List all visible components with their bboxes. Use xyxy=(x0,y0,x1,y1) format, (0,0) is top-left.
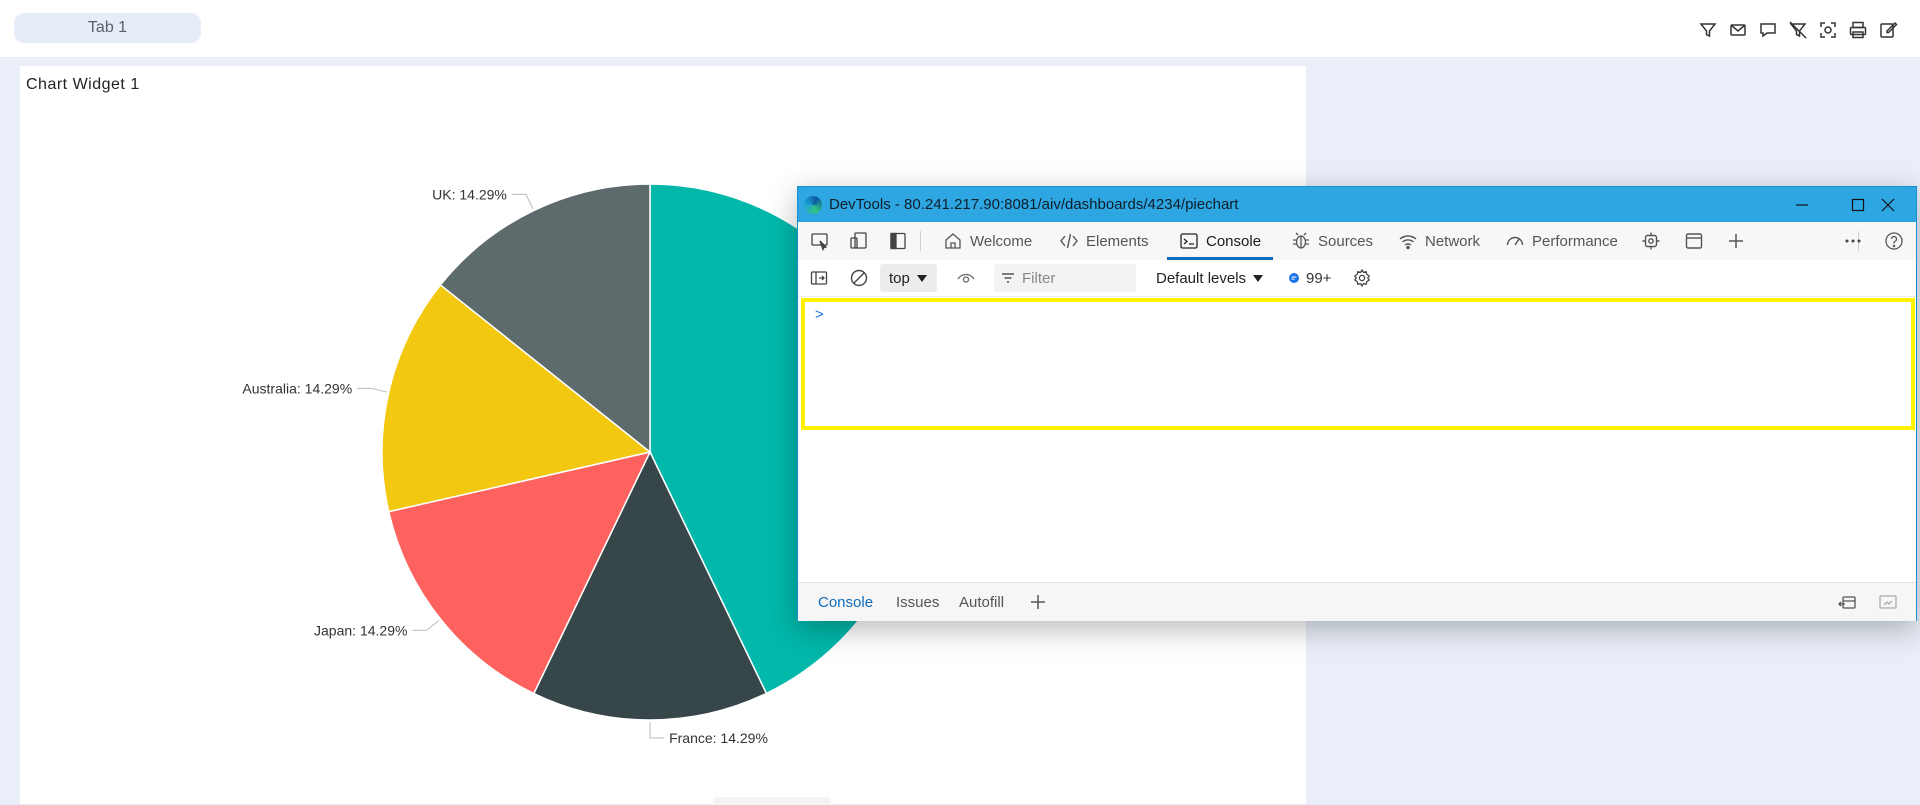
log-levels-dropdown[interactable]: Default levels xyxy=(1156,260,1264,296)
tab-label: Sources xyxy=(1318,232,1374,250)
console-settings-icon[interactable] xyxy=(1352,268,1372,288)
tab-label: Elements xyxy=(1086,232,1149,250)
log-levels-label: Default levels xyxy=(1156,269,1247,287)
help-icon[interactable] xyxy=(1884,231,1904,251)
dock-drawer-icon[interactable] xyxy=(1837,592,1857,612)
drawer-tabbar: Console Issues Autofill xyxy=(798,582,1916,621)
clear-console-icon[interactable] xyxy=(849,268,869,288)
dropdown-triangle-icon xyxy=(916,275,927,282)
filter-placeholder: Filter xyxy=(1022,269,1056,287)
tab-welcome[interactable]: Welcome xyxy=(943,222,1032,260)
tab-elements[interactable]: Elements xyxy=(1059,222,1149,260)
tab-console[interactable]: Console xyxy=(1166,222,1274,260)
live-expression-eye-icon[interactable] xyxy=(956,268,976,288)
tab-label: Console xyxy=(1206,232,1262,250)
tab-performance[interactable]: Performance xyxy=(1505,222,1618,260)
edge-logo-icon xyxy=(804,196,822,214)
tab-1[interactable]: Tab 1 xyxy=(14,13,201,43)
drawer-tab-console[interactable]: Console xyxy=(818,583,873,621)
minimize-button[interactable] xyxy=(1774,187,1830,222)
console-toolbar: top Filter Default levels 99+ xyxy=(798,260,1916,297)
drawer-tab-issues[interactable]: Issues xyxy=(896,583,939,621)
console-prompt: > xyxy=(815,306,824,323)
pie-label-leader-japan xyxy=(412,619,440,631)
devtools-title: DevTools - 80.241.217.90:8081/aiv/dashbo… xyxy=(829,196,1239,213)
close-button[interactable] xyxy=(1860,187,1916,222)
screenshot-icon[interactable] xyxy=(1818,20,1838,40)
close-drawer-icon[interactable] xyxy=(1878,592,1898,612)
drawer-tab-autofill[interactable]: Autofill xyxy=(959,583,1004,621)
dropdown-triangle-icon xyxy=(1253,275,1264,282)
settings-gear-tab-icon[interactable] xyxy=(1641,231,1661,251)
add-drawer-tab-icon[interactable] xyxy=(1028,592,1048,612)
console-filter-input[interactable]: Filter xyxy=(994,264,1136,292)
bug-icon xyxy=(1293,232,1309,249)
dock-sidebar-icon[interactable] xyxy=(888,231,908,251)
wifi-icon xyxy=(1399,235,1417,250)
tab-network[interactable]: Network xyxy=(1398,222,1480,260)
filter-lines-icon xyxy=(1002,273,1014,283)
context-selector[interactable]: top xyxy=(880,264,937,292)
mail-icon[interactable] xyxy=(1728,20,1748,40)
more-options-icon[interactable] xyxy=(1843,231,1863,251)
show-sidebar-icon[interactable] xyxy=(809,268,829,288)
tab-label: Welcome xyxy=(970,232,1033,250)
devtools-tabbar: Welcome Elements Console Sources Network… xyxy=(798,222,1916,261)
panel-icon[interactable] xyxy=(1684,231,1704,251)
add-tab-icon[interactable] xyxy=(1726,231,1746,251)
pie-label-leader-australia xyxy=(357,387,387,393)
tab-label: Network xyxy=(1425,232,1481,250)
pie-label-france: France: 14.29% xyxy=(669,730,768,746)
pie-label-japan: Japan: 14.29% xyxy=(314,622,407,638)
pie-label-leader-france xyxy=(649,721,665,739)
devtools-titlebar: DevTools - 80.241.217.90:8081/aiv/dashbo… xyxy=(798,187,1916,222)
minimize-icon xyxy=(1796,203,1808,206)
edit-icon[interactable] xyxy=(1878,20,1898,40)
tab-sources[interactable]: Sources xyxy=(1291,222,1373,260)
scroll-handle[interactable] xyxy=(713,797,831,805)
console-icon xyxy=(1180,233,1198,249)
clear-filter-icon[interactable] xyxy=(1788,20,1808,40)
message-count: 99+ xyxy=(1306,269,1332,287)
issues-counter[interactable]: 99+ xyxy=(1288,260,1331,296)
home-icon xyxy=(945,233,961,249)
comment-icon[interactable] xyxy=(1758,20,1778,40)
toolbar-separator xyxy=(920,231,921,251)
message-bubble-icon xyxy=(1289,273,1299,283)
device-emulation-icon[interactable] xyxy=(849,231,869,251)
tab-label: Performance xyxy=(1532,232,1618,250)
pie-label-uk: UK: 14.29% xyxy=(432,186,507,202)
gauge-icon xyxy=(1506,236,1524,246)
devtools-window: DevTools - 80.241.217.90:8081/aiv/dashbo… xyxy=(797,186,1917,621)
close-icon xyxy=(1881,198,1895,211)
pie-label-leader-uk xyxy=(511,193,534,209)
dashboard-header: Tab 1 xyxy=(0,0,1920,57)
filter-icon[interactable] xyxy=(1698,20,1718,40)
code-icon xyxy=(1060,233,1078,249)
context-label: top xyxy=(889,269,910,287)
pie-label-australia: Australia: 14.29% xyxy=(242,380,352,396)
print-icon[interactable] xyxy=(1848,20,1868,40)
console-input-area[interactable]: > xyxy=(801,298,1915,430)
header-toolbar xyxy=(1698,20,1898,40)
inspect-icon[interactable] xyxy=(810,231,830,251)
